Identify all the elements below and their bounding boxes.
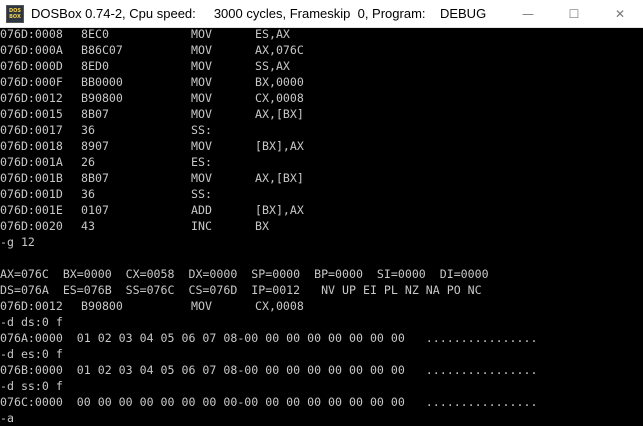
disasm-address: 076D:001E — [0, 203, 63, 217]
command-line-d-ss: -d ss:0 f — [0, 379, 63, 393]
window-controls: — ☐ ✕ — [505, 0, 643, 27]
dosbox-window: DOS BOX DOSBox 0.74-2, Cpu speed: 3000 c… — [0, 0, 643, 426]
disasm-operands: SS,AX — [255, 59, 290, 73]
disasm-operands: [BX],AX — [255, 139, 304, 153]
memory-dump-es: 076B:0000 01 02 03 04 05 06 07 08-00 00 … — [0, 363, 538, 377]
disasm-address: 076D:001D — [0, 187, 63, 201]
disasm-opcode: MOV — [191, 171, 212, 185]
disasm-bytes: 8EC0 — [81, 28, 109, 41]
disasm-line: 076D:0018 8907 MOV [BX],AX — [0, 138, 304, 154]
disasm-bytes: B86C07 — [81, 43, 123, 57]
disasm-opcode: MOV — [191, 43, 212, 57]
command-line-d-ds: -d ds:0 f — [0, 315, 63, 329]
disasm-line: 076D:0008 8EC0 MOV ES,AX — [0, 28, 290, 42]
disasm-opcode: SS: — [191, 123, 212, 137]
disasm-bytes: 36 — [81, 187, 95, 201]
memory-dump-ds: 076A:0000 01 02 03 04 05 06 07 08-00 00 … — [0, 331, 538, 345]
disasm-bytes: 8B07 — [81, 107, 109, 121]
disasm-bytes: B90800 — [81, 91, 123, 105]
disasm-bytes: 8B07 — [81, 171, 109, 185]
title-bar[interactable]: DOS BOX DOSBox 0.74-2, Cpu speed: 3000 c… — [0, 0, 643, 28]
disasm-opcode: MOV — [191, 107, 212, 121]
command-line-g: -g 12 — [0, 235, 35, 249]
disasm-opcode: MOV — [191, 139, 212, 153]
disasm-opcode: MOV — [191, 28, 212, 41]
disasm-opcode: MOV — [191, 75, 212, 89]
disasm-line: 076D:000D 8ED0 MOV SS,AX — [0, 58, 290, 74]
disasm-opcode: MOV — [191, 59, 212, 73]
disasm-address: 076D:001A — [0, 155, 63, 169]
disasm-operands: [BX],AX — [255, 203, 304, 217]
command-prompt-a[interactable]: -a — [0, 410, 14, 426]
disasm-operands: AX,[BX] — [255, 107, 304, 121]
registers-line-2: DS=076A ES=076B SS=076C CS=076D IP=0012 … — [0, 283, 482, 297]
app-icon-text-bottom: BOX — [9, 13, 21, 20]
disasm-address: 076D:0012 — [0, 91, 63, 105]
disasm-address: 076D:0018 — [0, 139, 63, 153]
minimize-button[interactable]: — — [505, 0, 551, 27]
disasm-operands: BX,0000 — [255, 75, 304, 89]
disasm-address: 076D:000F — [0, 75, 63, 89]
disasm-operands: CX,0008 — [255, 299, 304, 313]
disasm-address: 076D:0012 — [0, 299, 63, 313]
disasm-bytes: 0107 — [81, 203, 109, 217]
disasm-address: 076D:001B — [0, 171, 63, 185]
disasm-opcode: MOV — [191, 299, 212, 313]
command-line-d-es: -d es:0 f — [0, 347, 63, 361]
disasm-opcode: MOV — [191, 91, 212, 105]
disasm-line: 076D:001A 26 ES: — [0, 154, 212, 170]
disasm-line: 076D:0020 43 INC BX — [0, 218, 269, 234]
current-instruction: 076D:0012 B90800 MOV CX,0008 — [0, 298, 304, 314]
disasm-operands: ES,AX — [255, 28, 290, 41]
disasm-bytes: 8ED0 — [81, 59, 109, 73]
close-button[interactable]: ✕ — [597, 0, 643, 27]
dosbox-app-icon: DOS BOX — [6, 4, 24, 23]
disasm-bytes: 8907 — [81, 139, 109, 153]
window-title: DOSBox 0.74-2, Cpu speed: 3000 cycles, F… — [31, 6, 487, 21]
disasm-opcode: ADD — [191, 203, 212, 217]
disasm-address: 076D:0008 — [0, 28, 63, 41]
disasm-line: 076D:0012 B90800 MOV CX,0008 — [0, 90, 304, 106]
disasm-address: 076D:0017 — [0, 123, 63, 137]
disasm-line: 076D:001B 8B07 MOV AX,[BX] — [0, 170, 304, 186]
memory-dump-ss: 076C:0000 00 00 00 00 00 00 00 00-00 00 … — [0, 395, 538, 409]
disasm-line: 076D:000F BB0000 MOV BX,0000 — [0, 74, 304, 90]
registers-line-1: AX=076C BX=0000 CX=0058 DX=0000 SP=0000 … — [0, 267, 489, 281]
disasm-address: 076D:000A — [0, 43, 63, 57]
disasm-address: 076D:000D — [0, 59, 63, 73]
dos-console[interactable]: 076D:0008 8EC0 MOV ES,AX 076D:000A B86C0… — [0, 28, 643, 426]
disasm-opcode: INC — [191, 219, 212, 233]
disasm-line: 076D:001D 36 SS: — [0, 186, 212, 202]
disasm-operands: AX,076C — [255, 43, 304, 57]
disasm-operands: AX,[BX] — [255, 171, 304, 185]
disasm-line: 076D:000A B86C07 MOV AX,076C — [0, 42, 304, 58]
disasm-line: 076D:001E 0107 ADD [BX],AX — [0, 202, 304, 218]
maximize-button[interactable]: ☐ — [551, 0, 597, 27]
disasm-bytes: B90800 — [81, 299, 123, 313]
disasm-opcode: SS: — [191, 187, 212, 201]
disasm-line: 076D:0017 36 SS: — [0, 122, 212, 138]
disasm-operands: BX — [255, 219, 269, 233]
disasm-bytes: 36 — [81, 123, 95, 137]
disasm-operands: CX,0008 — [255, 91, 304, 105]
disasm-bytes: 26 — [81, 155, 95, 169]
disasm-bytes: BB0000 — [81, 75, 123, 89]
disasm-bytes: 43 — [81, 219, 95, 233]
disasm-opcode: ES: — [191, 155, 212, 169]
disasm-address: 076D:0020 — [0, 219, 63, 233]
disasm-address: 076D:0015 — [0, 107, 63, 121]
disasm-line: 076D:0015 8B07 MOV AX,[BX] — [0, 106, 304, 122]
